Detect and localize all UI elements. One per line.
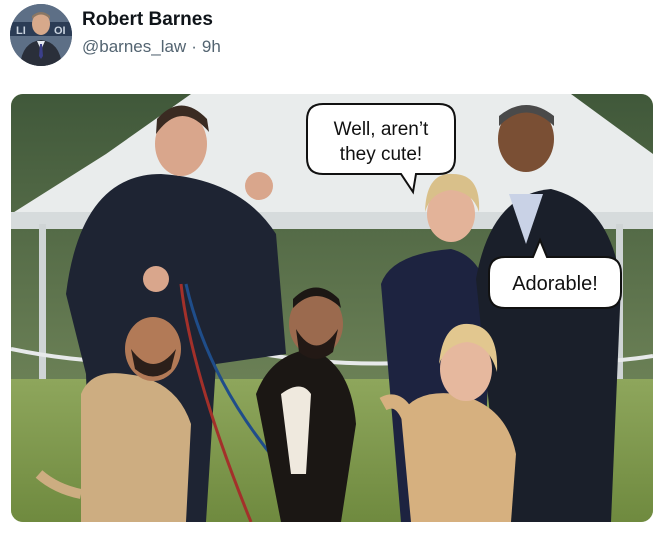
user-handle[interactable]: @barnes_law xyxy=(82,37,186,57)
user-avatar-icon[interactable]: LI OI xyxy=(10,4,72,66)
speech-bubble-2-text: Adorable! xyxy=(512,273,598,295)
svg-text:LI: LI xyxy=(16,25,26,37)
speech-bubble-1-line2: they cute! xyxy=(340,144,422,165)
post-image[interactable]: Well, aren’t they cute! Adorable! xyxy=(11,94,653,522)
speech-bubble-1-line1: Well, aren’t xyxy=(334,119,429,140)
post: LI OI Robert Barnes @barnes_law · 9h Wel… xyxy=(0,0,664,535)
avatar-image: LI OI xyxy=(10,4,72,66)
separator-dot: · xyxy=(191,37,197,56)
display-name[interactable]: Robert Barnes xyxy=(82,9,213,31)
timestamp[interactable]: 9h xyxy=(202,37,221,57)
svg-text:OI: OI xyxy=(54,25,66,37)
handle-line: @barnes_law · 9h xyxy=(82,37,221,57)
